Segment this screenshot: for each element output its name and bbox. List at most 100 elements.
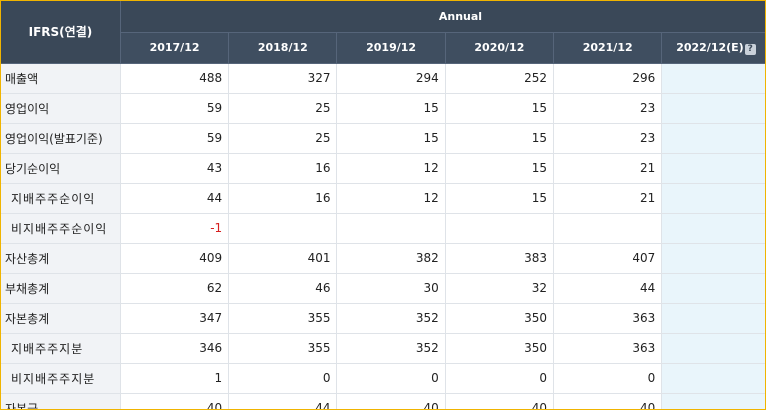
table-row: 비지배주주지분 1 0 0 0 0 [1, 363, 765, 394]
value-cell: 40 [553, 393, 663, 409]
value-cell: 59 [120, 93, 230, 124]
estimate-cell [661, 93, 765, 124]
row-label: 지배주주순이익 [1, 183, 121, 214]
value-cell: 382 [336, 243, 446, 274]
value-cell [553, 213, 663, 244]
year-header: 2021/12 [553, 32, 663, 64]
value-cell: 347 [120, 303, 230, 334]
estimate-cell [661, 303, 765, 334]
table-row: 당기순이익 43 16 12 15 21 [1, 153, 765, 184]
estimate-cell [661, 363, 765, 394]
value-cell: 15 [445, 93, 555, 124]
value-cell: 0 [336, 363, 446, 394]
value-cell: 1 [120, 363, 230, 394]
value-cell: -1 [120, 213, 230, 244]
row-label: 비지배주주지분 [1, 363, 121, 394]
estimate-cell [661, 153, 765, 184]
value-cell: 23 [553, 123, 663, 154]
value-cell: 23 [553, 93, 663, 124]
year-header: 2018/12 [228, 32, 338, 64]
row-label: 자본총계 [1, 303, 121, 334]
table-row: 비지배주주순이익 -1 [1, 213, 765, 244]
value-cell: 346 [120, 333, 230, 364]
table-row: 자본총계 347 355 352 350 363 [1, 303, 765, 334]
financial-table: IFRS(연결) Annual 2017/12 2018/12 2019/12 … [1, 1, 765, 409]
value-cell: 40 [445, 393, 555, 409]
value-cell: 16 [228, 153, 338, 184]
value-cell: 0 [228, 363, 338, 394]
value-cell: 409 [120, 243, 230, 274]
value-cell: 350 [445, 333, 555, 364]
value-cell: 252 [445, 63, 555, 94]
row-label: 당기순이익 [1, 153, 121, 184]
value-cell: 44 [228, 393, 338, 409]
value-cell: 352 [336, 333, 446, 364]
value-cell: 327 [228, 63, 338, 94]
year-header-estimate: 2022/12(E)? [661, 32, 765, 64]
value-cell: 383 [445, 243, 555, 274]
value-cell: 15 [445, 123, 555, 154]
value-cell: 15 [445, 183, 555, 214]
value-cell: 21 [553, 153, 663, 184]
table-row: 자본금 40 44 40 40 40 [1, 393, 765, 409]
row-label: 부채총계 [1, 273, 121, 304]
estimate-cell [661, 183, 765, 214]
year-header: 2020/12 [445, 32, 555, 64]
value-cell: 15 [336, 93, 446, 124]
value-cell [336, 213, 446, 244]
value-cell: 294 [336, 63, 446, 94]
row-label: 비지배주주순이익 [1, 213, 121, 244]
table-row: 자산총계 409 401 382 383 407 [1, 243, 765, 274]
row-label: 자본금 [1, 393, 121, 409]
value-cell: 15 [445, 153, 555, 184]
estimate-cell [661, 123, 765, 154]
row-label: 지배주주지분 [1, 333, 121, 364]
value-cell: 40 [336, 393, 446, 409]
value-cell: 40 [120, 393, 230, 409]
value-cell: 363 [553, 303, 663, 334]
value-cell: 350 [445, 303, 555, 334]
table-row: 매출액 488 327 294 252 296 [1, 63, 765, 94]
row-label: 자산총계 [1, 243, 121, 274]
value-cell: 62 [120, 273, 230, 304]
table-row: 지배주주지분 346 355 352 350 363 [1, 333, 765, 364]
estimate-cell [661, 63, 765, 94]
help-icon[interactable]: ? [744, 43, 756, 55]
value-cell: 44 [553, 273, 663, 304]
value-cell [445, 213, 555, 244]
value-cell: 296 [553, 63, 663, 94]
table-row: 지배주주순이익 44 16 12 15 21 [1, 183, 765, 214]
table-row: 부채총계 62 46 30 32 44 [1, 273, 765, 304]
value-cell: 352 [336, 303, 446, 334]
value-cell: 16 [228, 183, 338, 214]
estimate-cell [661, 333, 765, 364]
year-header: 2017/12 [120, 32, 230, 64]
value-cell: 21 [553, 183, 663, 214]
value-cell: 363 [553, 333, 663, 364]
value-cell: 25 [228, 93, 338, 124]
value-cell: 0 [553, 363, 663, 394]
value-cell: 59 [120, 123, 230, 154]
estimate-cell [661, 243, 765, 274]
table-row: 영업이익(발표기준) 59 25 15 15 23 [1, 123, 765, 154]
value-cell: 355 [228, 333, 338, 364]
value-cell: 12 [336, 183, 446, 214]
value-cell [228, 213, 338, 244]
annual-group-header: Annual [120, 1, 765, 33]
value-cell: 0 [445, 363, 555, 394]
table-corner-header: IFRS(연결) [1, 1, 121, 64]
value-cell: 12 [336, 153, 446, 184]
row-label: 영업이익 [1, 93, 121, 124]
value-cell: 488 [120, 63, 230, 94]
table-body: 매출액 488 327 294 252 296 영업이익 59 25 15 15 23 영업이익(발표기… [1, 63, 765, 409]
year-header: 2019/12 [336, 32, 446, 64]
value-cell: 30 [336, 273, 446, 304]
estimate-cell [661, 213, 765, 244]
table-row: 영업이익 59 25 15 15 23 [1, 93, 765, 124]
value-cell: 407 [553, 243, 663, 274]
year-header-label: 2022/12(E) [676, 40, 744, 54]
estimate-cell [661, 273, 765, 304]
value-cell: 15 [336, 123, 446, 154]
value-cell: 355 [228, 303, 338, 334]
value-cell: 401 [228, 243, 338, 274]
